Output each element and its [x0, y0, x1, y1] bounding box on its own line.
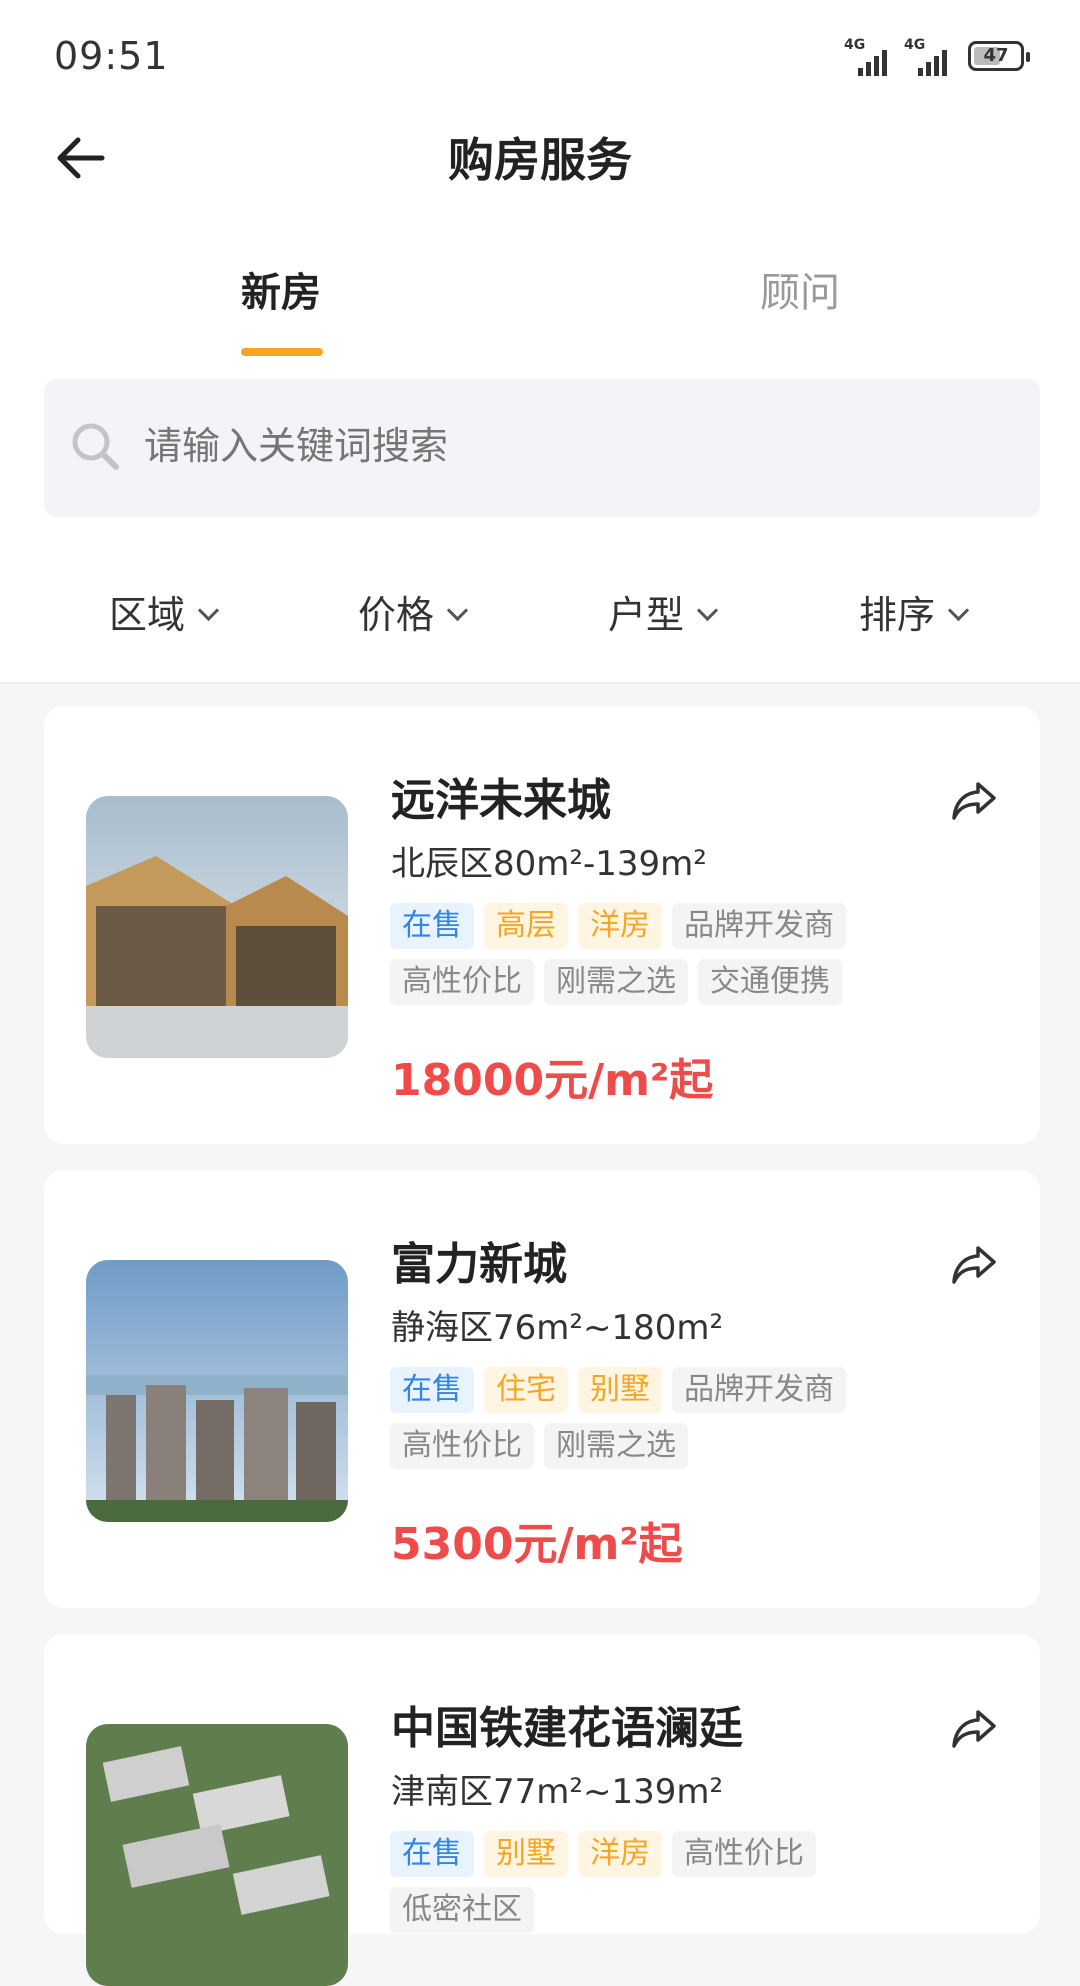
status-time: 09:51	[54, 34, 169, 78]
tag-status: 在售	[390, 1831, 474, 1877]
tab-new-homes[interactable]: 新房	[241, 260, 321, 318]
tag: 高性价比	[390, 1423, 534, 1469]
tab-bar: 新房 顾问	[0, 230, 1080, 360]
tag-list: 在售 别墅 洋房 高性价比低密社区	[390, 1831, 1010, 1943]
battery-level: 47	[983, 45, 1009, 66]
search-input[interactable]	[142, 423, 1006, 469]
listing-area: 北辰区80m²-139m²	[391, 844, 707, 884]
filter-price[interactable]: 价格	[358, 584, 469, 639]
filter-bar: 区域 价格 户型 排序	[0, 560, 1080, 660]
listing-area: 静海区76m²~180m²	[391, 1308, 724, 1348]
listing-card[interactable]: 远洋未来城 北辰区80m²-139m² 在售 高层 洋房 品牌开发商高性价比 刚需之选交…	[44, 706, 1040, 1144]
battery-icon: 47	[968, 41, 1030, 71]
share-icon[interactable]	[950, 776, 998, 824]
page-title: 购房服务	[448, 133, 632, 187]
tag: 别墅	[484, 1831, 568, 1877]
listing-photo	[86, 796, 348, 1058]
tag: 品牌开发商	[672, 903, 846, 949]
tag: 洋房	[578, 1831, 662, 1877]
divider	[0, 682, 1080, 684]
chevron-down-icon	[446, 599, 469, 622]
listing-name: 远洋未来城	[391, 775, 611, 826]
tag: 别墅	[578, 1367, 662, 1413]
search-bar[interactable]	[44, 379, 1040, 517]
nav-bar: 购房服务	[0, 110, 1080, 210]
tag: 刚需之选	[544, 1423, 688, 1469]
tag: 洋房	[578, 903, 662, 949]
share-icon[interactable]	[950, 1704, 998, 1752]
listing-card[interactable]: 中国铁建花语澜廷 津南区77m²~139m² 在售 别墅 洋房 高性价比低密社区	[44, 1634, 1040, 1986]
status-bar: 09:51 4G 4G 47	[0, 0, 1080, 110]
tag: 高性价比	[672, 1831, 816, 1877]
listing-price: 5300元/m²起	[391, 1519, 683, 1570]
chevron-down-icon	[197, 599, 220, 622]
tag: 低密社区	[390, 1887, 534, 1933]
search-icon	[72, 423, 119, 470]
tag: 品牌开发商	[672, 1367, 846, 1413]
tag: 高性价比	[390, 959, 534, 1005]
tag-status: 在售	[390, 1367, 474, 1413]
tag: 高层	[484, 903, 568, 949]
listing-name: 中国铁建花语澜廷	[391, 1703, 743, 1754]
filter-region[interactable]: 区域	[109, 584, 220, 639]
tag: 住宅	[484, 1367, 568, 1413]
tag: 刚需之选	[544, 959, 688, 1005]
tab-indicator	[241, 348, 323, 356]
listing-area: 津南区77m²~139m²	[391, 1772, 724, 1812]
filter-sort[interactable]: 排序	[859, 584, 970, 639]
chevron-down-icon	[947, 599, 970, 622]
listing-card[interactable]: 富力新城 静海区76m²~180m² 在售 住宅 别墅 品牌开发商高性价比 刚需之选 5…	[44, 1170, 1040, 1608]
chevron-down-icon	[696, 599, 719, 622]
tag: 交通便携	[698, 959, 842, 1005]
listing-name: 富力新城	[391, 1239, 567, 1290]
tag-list: 在售 高层 洋房 品牌开发商高性价比 刚需之选 交通便携	[390, 903, 1010, 1015]
filter-layout[interactable]: 户型	[608, 584, 719, 639]
tag-list: 在售 住宅 别墅 品牌开发商高性价比 刚需之选	[390, 1367, 1010, 1479]
listing-photo	[86, 1260, 348, 1522]
tab-advisors[interactable]: 顾问	[760, 260, 840, 318]
tag-status: 在售	[390, 903, 474, 949]
listing-price: 18000元/m²起	[391, 1055, 714, 1106]
listing-photo	[86, 1724, 348, 1986]
share-icon[interactable]	[950, 1240, 998, 1288]
